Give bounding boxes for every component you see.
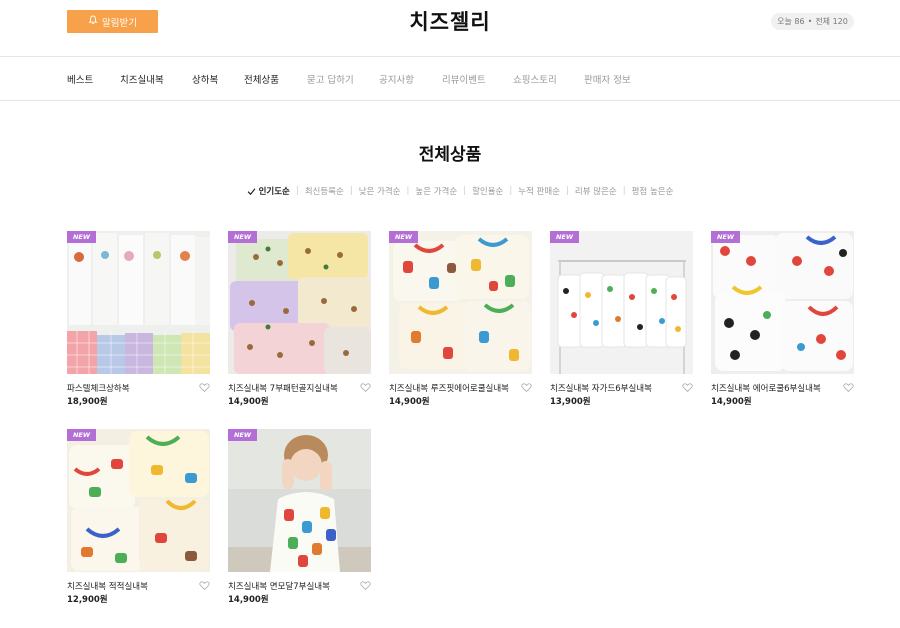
heart-icon[interactable] bbox=[843, 382, 854, 393]
counter-total: 전체 120 bbox=[815, 17, 848, 26]
header: 알림받기 치즈젤리 오늘 86 • 전체 120 bbox=[0, 0, 900, 57]
product-card[interactable]: NEW 치즈실내복 적적실내복 12,900원 bbox=[67, 429, 210, 619]
sort-newest[interactable]: 최신등록순 bbox=[305, 185, 344, 197]
product-card[interactable]: NEW 치즈실내복 자가드6부실내복 13,900원 bbox=[550, 231, 693, 421]
product-image[interactable]: NEW bbox=[550, 231, 693, 374]
product-name[interactable]: 치즈실내복 7부패턴골지실내복 bbox=[228, 382, 356, 394]
sort-price-low[interactable]: 낮은 가격순 bbox=[359, 185, 401, 197]
product-image[interactable]: NEW bbox=[67, 231, 210, 374]
product-name[interactable]: 치즈실내복 자가드6부실내복 bbox=[550, 382, 678, 394]
heart-icon[interactable] bbox=[360, 382, 371, 393]
product-price: 12,900원 bbox=[67, 595, 108, 605]
heart-icon[interactable] bbox=[521, 382, 532, 393]
product-price: 14,900원 bbox=[228, 595, 269, 605]
sort-divider: | bbox=[509, 186, 513, 196]
nav-item-best[interactable]: 베스트 bbox=[67, 72, 93, 86]
checkmark-icon bbox=[247, 187, 255, 195]
nav-item-review-event[interactable]: 리뷰이벤트 bbox=[442, 72, 486, 86]
sort-price-high[interactable]: 높은 가격순 bbox=[415, 185, 457, 197]
sort-divider: | bbox=[622, 186, 626, 196]
product-image[interactable]: NEW bbox=[67, 429, 210, 572]
sort-discount[interactable]: 할인율순 bbox=[472, 185, 503, 197]
sort-divider: | bbox=[463, 186, 467, 196]
counter-today: 오늘 86 bbox=[777, 17, 805, 26]
heart-icon[interactable] bbox=[360, 580, 371, 591]
product-card[interactable]: NEW 치즈실내복 면모달7부실내복 14,900원 bbox=[228, 429, 371, 619]
sort-bar: 인기도순 | 최신등록순 | 낮은 가격순 | 높은 가격순 | 할인율순 | … bbox=[0, 185, 900, 197]
visitor-counter: 오늘 86 • 전체 120 bbox=[771, 13, 854, 30]
new-badge: NEW bbox=[67, 429, 96, 441]
brand-title[interactable]: 치즈젤리 bbox=[0, 6, 900, 36]
nav-item-cheese-homewear[interactable]: 치즈실내복 bbox=[120, 72, 164, 86]
new-badge: NEW bbox=[67, 231, 96, 243]
product-price: 18,900원 bbox=[67, 397, 108, 407]
product-name[interactable]: 파스텔체크상하복 bbox=[67, 382, 195, 394]
sort-popular[interactable]: 인기도순 bbox=[247, 185, 290, 197]
nav-item-sets[interactable]: 상하복 bbox=[192, 72, 218, 86]
product-name[interactable]: 치즈실내복 에어로쿨6부실내복 bbox=[711, 382, 839, 394]
heart-icon[interactable] bbox=[199, 382, 210, 393]
new-badge: NEW bbox=[711, 231, 740, 243]
nav-item-seller-info[interactable]: 판매자 정보 bbox=[584, 72, 631, 86]
heart-icon[interactable] bbox=[682, 382, 693, 393]
product-name[interactable]: 치즈실내복 면모달7부실내복 bbox=[228, 580, 356, 592]
sort-label: 인기도순 bbox=[258, 187, 290, 197]
product-card[interactable]: NEW 치즈실내복 에어로쿨6부실내복 14,900원 bbox=[711, 231, 854, 421]
new-badge: NEW bbox=[228, 429, 257, 441]
product-card[interactable]: NEW 파스텔체크상하복 18,900원 bbox=[67, 231, 210, 421]
product-price: 13,900원 bbox=[550, 397, 591, 407]
new-badge: NEW bbox=[228, 231, 257, 243]
nav-item-all-products[interactable]: 전체상품 bbox=[244, 72, 279, 86]
product-image[interactable]: NEW bbox=[389, 231, 532, 374]
sort-divider: | bbox=[406, 186, 410, 196]
product-price: 14,900원 bbox=[228, 397, 269, 407]
nav-item-shopping-story[interactable]: 쇼핑스토리 bbox=[513, 72, 557, 86]
sort-rating[interactable]: 평점 높은순 bbox=[632, 185, 674, 197]
product-price: 14,900원 bbox=[711, 397, 752, 407]
new-badge: NEW bbox=[389, 231, 418, 243]
sort-sales[interactable]: 누적 판매순 bbox=[518, 185, 560, 197]
product-name[interactable]: 치즈실내복 적적실내복 bbox=[67, 580, 195, 592]
heart-icon[interactable] bbox=[199, 580, 210, 591]
page-title: 전체상품 bbox=[418, 145, 482, 165]
category-nav: 베스트 치즈실내복 상하복 전체상품 묻고 답하기 공지사항 리뷰이벤트 쇼핑스… bbox=[0, 57, 900, 101]
product-image[interactable]: NEW bbox=[228, 231, 371, 374]
new-badge: NEW bbox=[550, 231, 579, 243]
product-price: 14,900원 bbox=[389, 397, 430, 407]
product-image[interactable]: NEW bbox=[228, 429, 371, 572]
product-card[interactable]: NEW 치즈실내복 루즈핏에어로쿨실내복 14,900원 bbox=[389, 231, 532, 421]
sort-divider: | bbox=[566, 186, 569, 196]
sort-reviews[interactable]: 리뷰 많은순 bbox=[575, 185, 617, 197]
nav-item-notice[interactable]: 공지사항 bbox=[379, 72, 414, 86]
product-image[interactable]: NEW bbox=[711, 231, 854, 374]
product-card[interactable]: NEW 치즈실내복 7부패턴골지실내복 14,900원 bbox=[228, 231, 371, 421]
product-name[interactable]: 치즈실내복 루즈핏에어로쿨실내복 bbox=[389, 382, 517, 394]
sort-divider: | bbox=[349, 186, 353, 196]
counter-separator: • bbox=[807, 17, 813, 26]
sort-divider: | bbox=[295, 186, 299, 196]
nav-item-qna[interactable]: 묻고 답하기 bbox=[307, 72, 354, 86]
